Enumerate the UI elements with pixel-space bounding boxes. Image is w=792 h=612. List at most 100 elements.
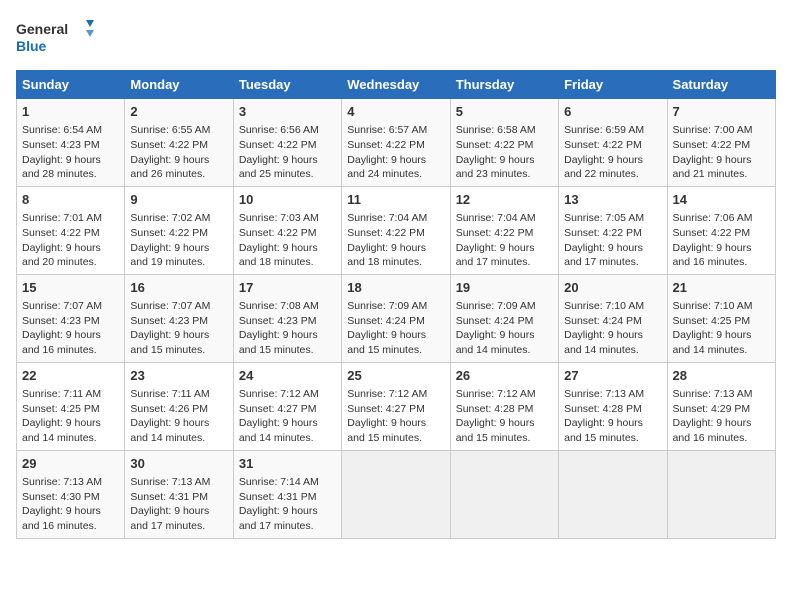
calendar-cell: 2 Sunrise: 6:55 AMSunset: 4:22 PMDaylight…	[125, 99, 233, 187]
day-number: 24	[239, 367, 336, 385]
calendar-cell	[559, 450, 667, 538]
day-info: Sunrise: 7:13 AMSunset: 4:29 PMDaylight:…	[673, 387, 770, 446]
calendar-cell: 4Sunrise: 6:57 AMSunset: 4:22 PMDaylight…	[342, 99, 450, 187]
day-info: Sunrise: 7:10 AMSunset: 4:24 PMDaylight:…	[564, 299, 661, 358]
day-info: Sunrise: 7:12 AMSunset: 4:28 PMDaylight:…	[456, 387, 553, 446]
day-number: 12	[456, 191, 553, 209]
day-info: Sunrise: 7:06 AMSunset: 4:22 PMDaylight:…	[673, 211, 770, 270]
calendar-cell: 15 Sunrise: 7:07 AMSunset: 4:23 PMDayligh…	[17, 274, 125, 362]
column-header-monday: Monday	[125, 71, 233, 99]
calendar-cell: 23 Sunrise: 7:11 AMSunset: 4:26 PMDayligh…	[125, 362, 233, 450]
day-number: 19	[456, 279, 553, 297]
day-info: Sunrise: 6:55 AMSunset: 4:22 PMDaylight:…	[130, 123, 227, 182]
day-info: Sunrise: 7:08 AMSunset: 4:23 PMDaylight:…	[239, 299, 336, 358]
calendar-cell: 14 Sunrise: 7:06 AMSunset: 4:22 PMDayligh…	[667, 186, 775, 274]
calendar-cell: 20 Sunrise: 7:10 AMSunset: 4:24 PMDayligh…	[559, 274, 667, 362]
calendar-table: SundayMondayTuesdayWednesdayThursdayFrid…	[16, 70, 776, 539]
column-header-saturday: Saturday	[667, 71, 775, 99]
calendar-cell: 5 Sunrise: 6:58 AMSunset: 4:22 PMDaylight…	[450, 99, 558, 187]
day-info: Sunrise: 6:54 AMSunset: 4:23 PMDaylight:…	[22, 123, 119, 182]
day-number: 2	[130, 103, 227, 121]
calendar-cell	[450, 450, 558, 538]
calendar-cell: 19 Sunrise: 7:09 AMSunset: 4:24 PMDayligh…	[450, 274, 558, 362]
calendar-cell: 21Sunrise: 7:10 AMSunset: 4:25 PMDayligh…	[667, 274, 775, 362]
calendar-cell: 11 Sunrise: 7:04 AMSunset: 4:22 PMDayligh…	[342, 186, 450, 274]
calendar-header-row: SundayMondayTuesdayWednesdayThursdayFrid…	[17, 71, 776, 99]
day-number: 29	[22, 455, 119, 473]
day-info: Sunrise: 6:58 AMSunset: 4:22 PMDaylight:…	[456, 123, 553, 182]
day-number: 30	[130, 455, 227, 473]
calendar-body: 1 Sunrise: 6:54 AMSunset: 4:23 PMDaylight…	[17, 99, 776, 539]
day-number: 10	[239, 191, 336, 209]
svg-text:General: General	[16, 21, 68, 37]
day-number: 9	[130, 191, 227, 209]
column-header-thursday: Thursday	[450, 71, 558, 99]
calendar-cell: 27 Sunrise: 7:13 AMSunset: 4:28 PMDayligh…	[559, 362, 667, 450]
day-info: Sunrise: 7:02 AMSunset: 4:22 PMDaylight:…	[130, 211, 227, 270]
calendar-cell: 26Sunrise: 7:12 AMSunset: 4:28 PMDayligh…	[450, 362, 558, 450]
day-number: 20	[564, 279, 661, 297]
day-number: 23	[130, 367, 227, 385]
calendar-cell: 16Sunrise: 7:07 AMSunset: 4:23 PMDayligh…	[125, 274, 233, 362]
day-number: 11	[347, 191, 444, 209]
day-number: 18	[347, 279, 444, 297]
day-info: Sunrise: 6:56 AMSunset: 4:22 PMDaylight:…	[239, 123, 336, 182]
day-info: Sunrise: 7:12 AMSunset: 4:27 PMDaylight:…	[347, 387, 444, 446]
day-info: Sunrise: 7:13 AMSunset: 4:31 PMDaylight:…	[130, 475, 227, 534]
day-info: Sunrise: 7:05 AMSunset: 4:22 PMDaylight:…	[564, 211, 661, 270]
day-info: Sunrise: 7:13 AMSunset: 4:30 PMDaylight:…	[22, 475, 119, 534]
calendar-cell: 9 Sunrise: 7:02 AMSunset: 4:22 PMDaylight…	[125, 186, 233, 274]
day-info: Sunrise: 7:12 AMSunset: 4:27 PMDaylight:…	[239, 387, 336, 446]
calendar-cell: 10 Sunrise: 7:03 AMSunset: 4:22 PMDayligh…	[233, 186, 341, 274]
day-number: 13	[564, 191, 661, 209]
day-number: 17	[239, 279, 336, 297]
day-info: Sunrise: 6:57 AMSunset: 4:22 PMDaylight:…	[347, 123, 444, 182]
day-number: 14	[673, 191, 770, 209]
calendar-cell: 25 Sunrise: 7:12 AMSunset: 4:27 PMDayligh…	[342, 362, 450, 450]
calendar-cell	[342, 450, 450, 538]
calendar-cell: 7 Sunrise: 7:00 AMSunset: 4:22 PMDaylight…	[667, 99, 775, 187]
calendar-cell: 13 Sunrise: 7:05 AMSunset: 4:22 PMDayligh…	[559, 186, 667, 274]
day-number: 3	[239, 103, 336, 121]
day-info: Sunrise: 7:09 AMSunset: 4:24 PMDaylight:…	[347, 299, 444, 358]
day-number: 7	[673, 103, 770, 121]
day-number: 31	[239, 455, 336, 473]
calendar-week-4: 22 Sunrise: 7:11 AMSunset: 4:25 PMDayligh…	[17, 362, 776, 450]
day-number: 27	[564, 367, 661, 385]
day-info: Sunrise: 7:04 AMSunset: 4:22 PMDaylight:…	[456, 211, 553, 270]
day-info: Sunrise: 7:03 AMSunset: 4:22 PMDaylight:…	[239, 211, 336, 270]
calendar-cell: 28 Sunrise: 7:13 AMSunset: 4:29 PMDayligh…	[667, 362, 775, 450]
calendar-cell: 17 Sunrise: 7:08 AMSunset: 4:23 PMDayligh…	[233, 274, 341, 362]
day-number: 21	[673, 279, 770, 297]
day-number: 25	[347, 367, 444, 385]
logo-svg: General Blue	[16, 16, 96, 58]
column-header-sunday: Sunday	[17, 71, 125, 99]
day-number: 1	[22, 103, 119, 121]
column-header-wednesday: Wednesday	[342, 71, 450, 99]
page-header: General Blue	[16, 16, 776, 58]
day-info: Sunrise: 7:00 AMSunset: 4:22 PMDaylight:…	[673, 123, 770, 182]
day-info: Sunrise: 7:13 AMSunset: 4:28 PMDaylight:…	[564, 387, 661, 446]
calendar-cell: 30 Sunrise: 7:13 AMSunset: 4:31 PMDayligh…	[125, 450, 233, 538]
column-header-tuesday: Tuesday	[233, 71, 341, 99]
day-number: 6	[564, 103, 661, 121]
day-info: Sunrise: 7:04 AMSunset: 4:22 PMDaylight:…	[347, 211, 444, 270]
calendar-cell: 29 Sunrise: 7:13 AMSunset: 4:30 PMDayligh…	[17, 450, 125, 538]
day-number: 16	[130, 279, 227, 297]
calendar-cell: 22 Sunrise: 7:11 AMSunset: 4:25 PMDayligh…	[17, 362, 125, 450]
calendar-cell: 12 Sunrise: 7:04 AMSunset: 4:22 PMDayligh…	[450, 186, 558, 274]
day-number: 15	[22, 279, 119, 297]
day-info: Sunrise: 7:09 AMSunset: 4:24 PMDaylight:…	[456, 299, 553, 358]
calendar-cell: 31Sunrise: 7:14 AMSunset: 4:31 PMDayligh…	[233, 450, 341, 538]
day-number: 28	[673, 367, 770, 385]
day-number: 22	[22, 367, 119, 385]
calendar-cell: 1 Sunrise: 6:54 AMSunset: 4:23 PMDaylight…	[17, 99, 125, 187]
day-info: Sunrise: 7:01 AMSunset: 4:22 PMDaylight:…	[22, 211, 119, 270]
day-number: 5	[456, 103, 553, 121]
day-info: Sunrise: 7:07 AMSunset: 4:23 PMDaylight:…	[22, 299, 119, 358]
calendar-week-1: 1 Sunrise: 6:54 AMSunset: 4:23 PMDaylight…	[17, 99, 776, 187]
day-info: Sunrise: 7:11 AMSunset: 4:26 PMDaylight:…	[130, 387, 227, 446]
calendar-cell: 6Sunrise: 6:59 AMSunset: 4:22 PMDaylight…	[559, 99, 667, 187]
svg-text:Blue: Blue	[16, 38, 47, 54]
day-info: Sunrise: 7:11 AMSunset: 4:25 PMDaylight:…	[22, 387, 119, 446]
